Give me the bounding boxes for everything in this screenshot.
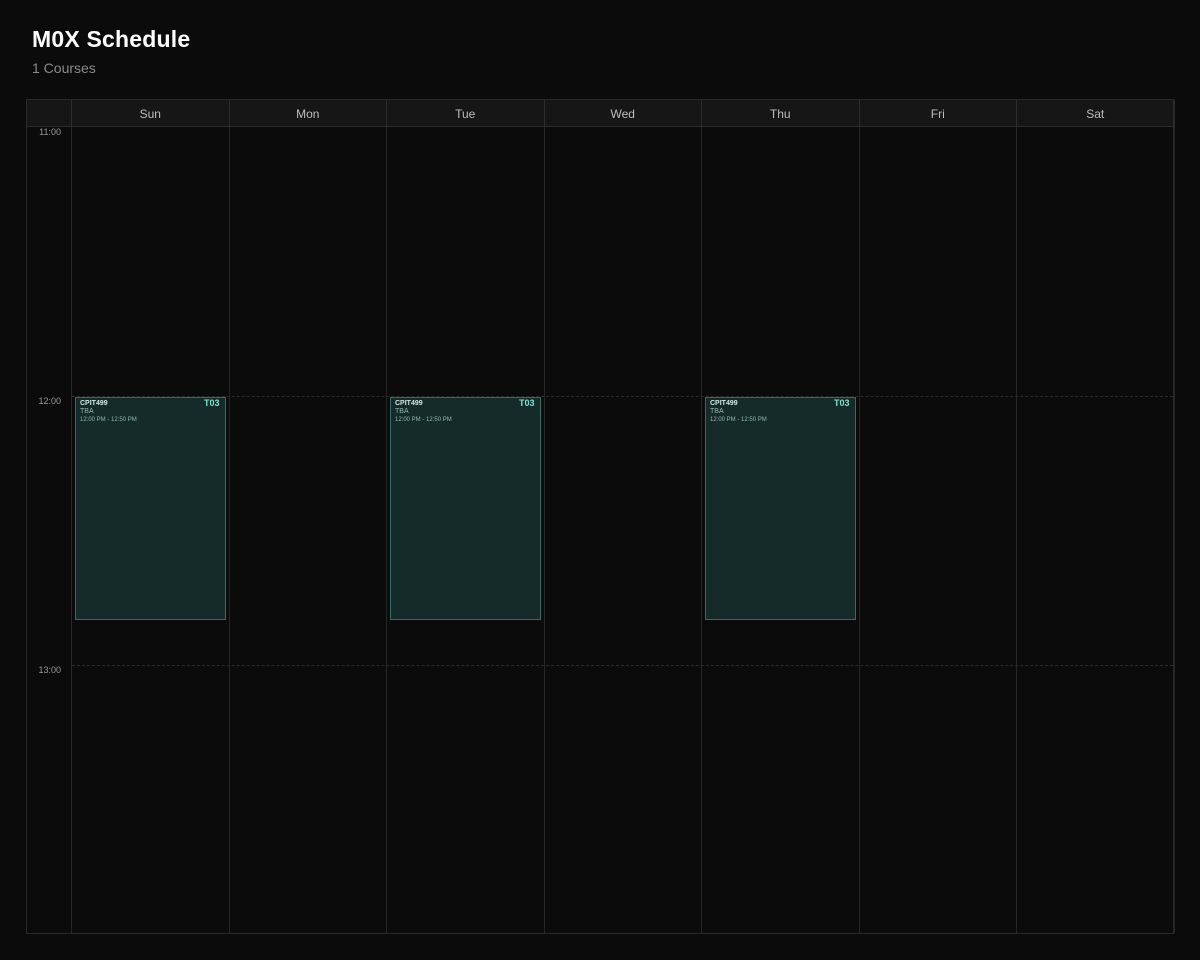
event-course-code: CPIT499: [710, 400, 738, 407]
event-time: 12:00 PM - 12:50 PM: [395, 417, 452, 423]
day-header-tue: Tue: [387, 100, 545, 127]
hour-gridline: [72, 665, 1173, 666]
day-header-sun: Sun: [72, 100, 230, 127]
event-section-badge: T03: [833, 398, 850, 408]
event-location: TBA: [710, 408, 724, 415]
time-label: 11:00: [39, 127, 61, 137]
day-header-thu: Thu: [702, 100, 860, 127]
course-event-thu[interactable]: CPIT499 T03 TBA 12:00 PM - 12:50 PM: [705, 397, 856, 621]
event-location: TBA: [395, 408, 409, 415]
weekly-calendar: Sun Mon Tue Wed Thu Fri Sat 11:00 12:00 13:00 CP…: [26, 99, 1175, 934]
calendar-header: Sun Mon Tue Wed Thu Fri Sat: [27, 100, 1175, 127]
course-event-sun[interactable]: CPIT499 T03 TBA 12:00 PM - 12:50 PM: [75, 397, 226, 621]
day-header-wed: Wed: [545, 100, 702, 127]
page-title: M0X Schedule: [32, 26, 191, 52]
event-section-badge: T03: [203, 398, 220, 408]
event-course-code: CPIT499: [80, 400, 108, 407]
time-label: 13:00: [38, 665, 61, 675]
day-column-sat[interactable]: [1017, 127, 1175, 933]
hour-gridline: [72, 396, 1173, 397]
event-time: 12:00 PM - 12:50 PM: [710, 417, 767, 423]
day-header-mon: Mon: [230, 100, 387, 127]
time-gutter: 11:00 12:00 13:00: [27, 127, 72, 933]
event-course-code: CPIT499: [395, 400, 423, 407]
day-column-fri[interactable]: [860, 127, 1017, 933]
event-section-badge: T03: [518, 398, 535, 408]
event-time: 12:00 PM - 12:50 PM: [80, 417, 137, 423]
day-column-mon[interactable]: [230, 127, 387, 933]
course-event-tue[interactable]: CPIT499 T03 TBA 12:00 PM - 12:50 PM: [390, 397, 541, 621]
day-column-wed[interactable]: [545, 127, 702, 933]
day-header-fri: Fri: [860, 100, 1017, 127]
time-label: 12:00: [38, 396, 61, 406]
header-corner: [27, 100, 72, 127]
course-count: 1 Courses: [32, 60, 96, 76]
event-location: TBA: [80, 408, 94, 415]
day-header-sat: Sat: [1017, 100, 1175, 127]
